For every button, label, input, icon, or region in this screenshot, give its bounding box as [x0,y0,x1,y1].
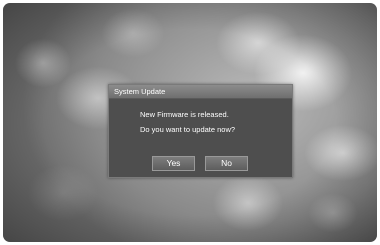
no-button[interactable]: No [205,156,248,171]
tv-screen: System Update New Firmware is released. … [3,3,377,242]
dialog-button-row: Yes No [152,156,248,171]
dialog-message-line-2: Do you want to update now? [140,125,236,134]
yes-button[interactable]: Yes [152,156,195,171]
dialog-body: New Firmware is released. Do you want to… [109,99,292,137]
dialog-message-line-1: New Firmware is released. [140,110,229,119]
dialog-title: System Update [109,85,292,99]
system-update-dialog: System Update New Firmware is released. … [108,84,293,178]
